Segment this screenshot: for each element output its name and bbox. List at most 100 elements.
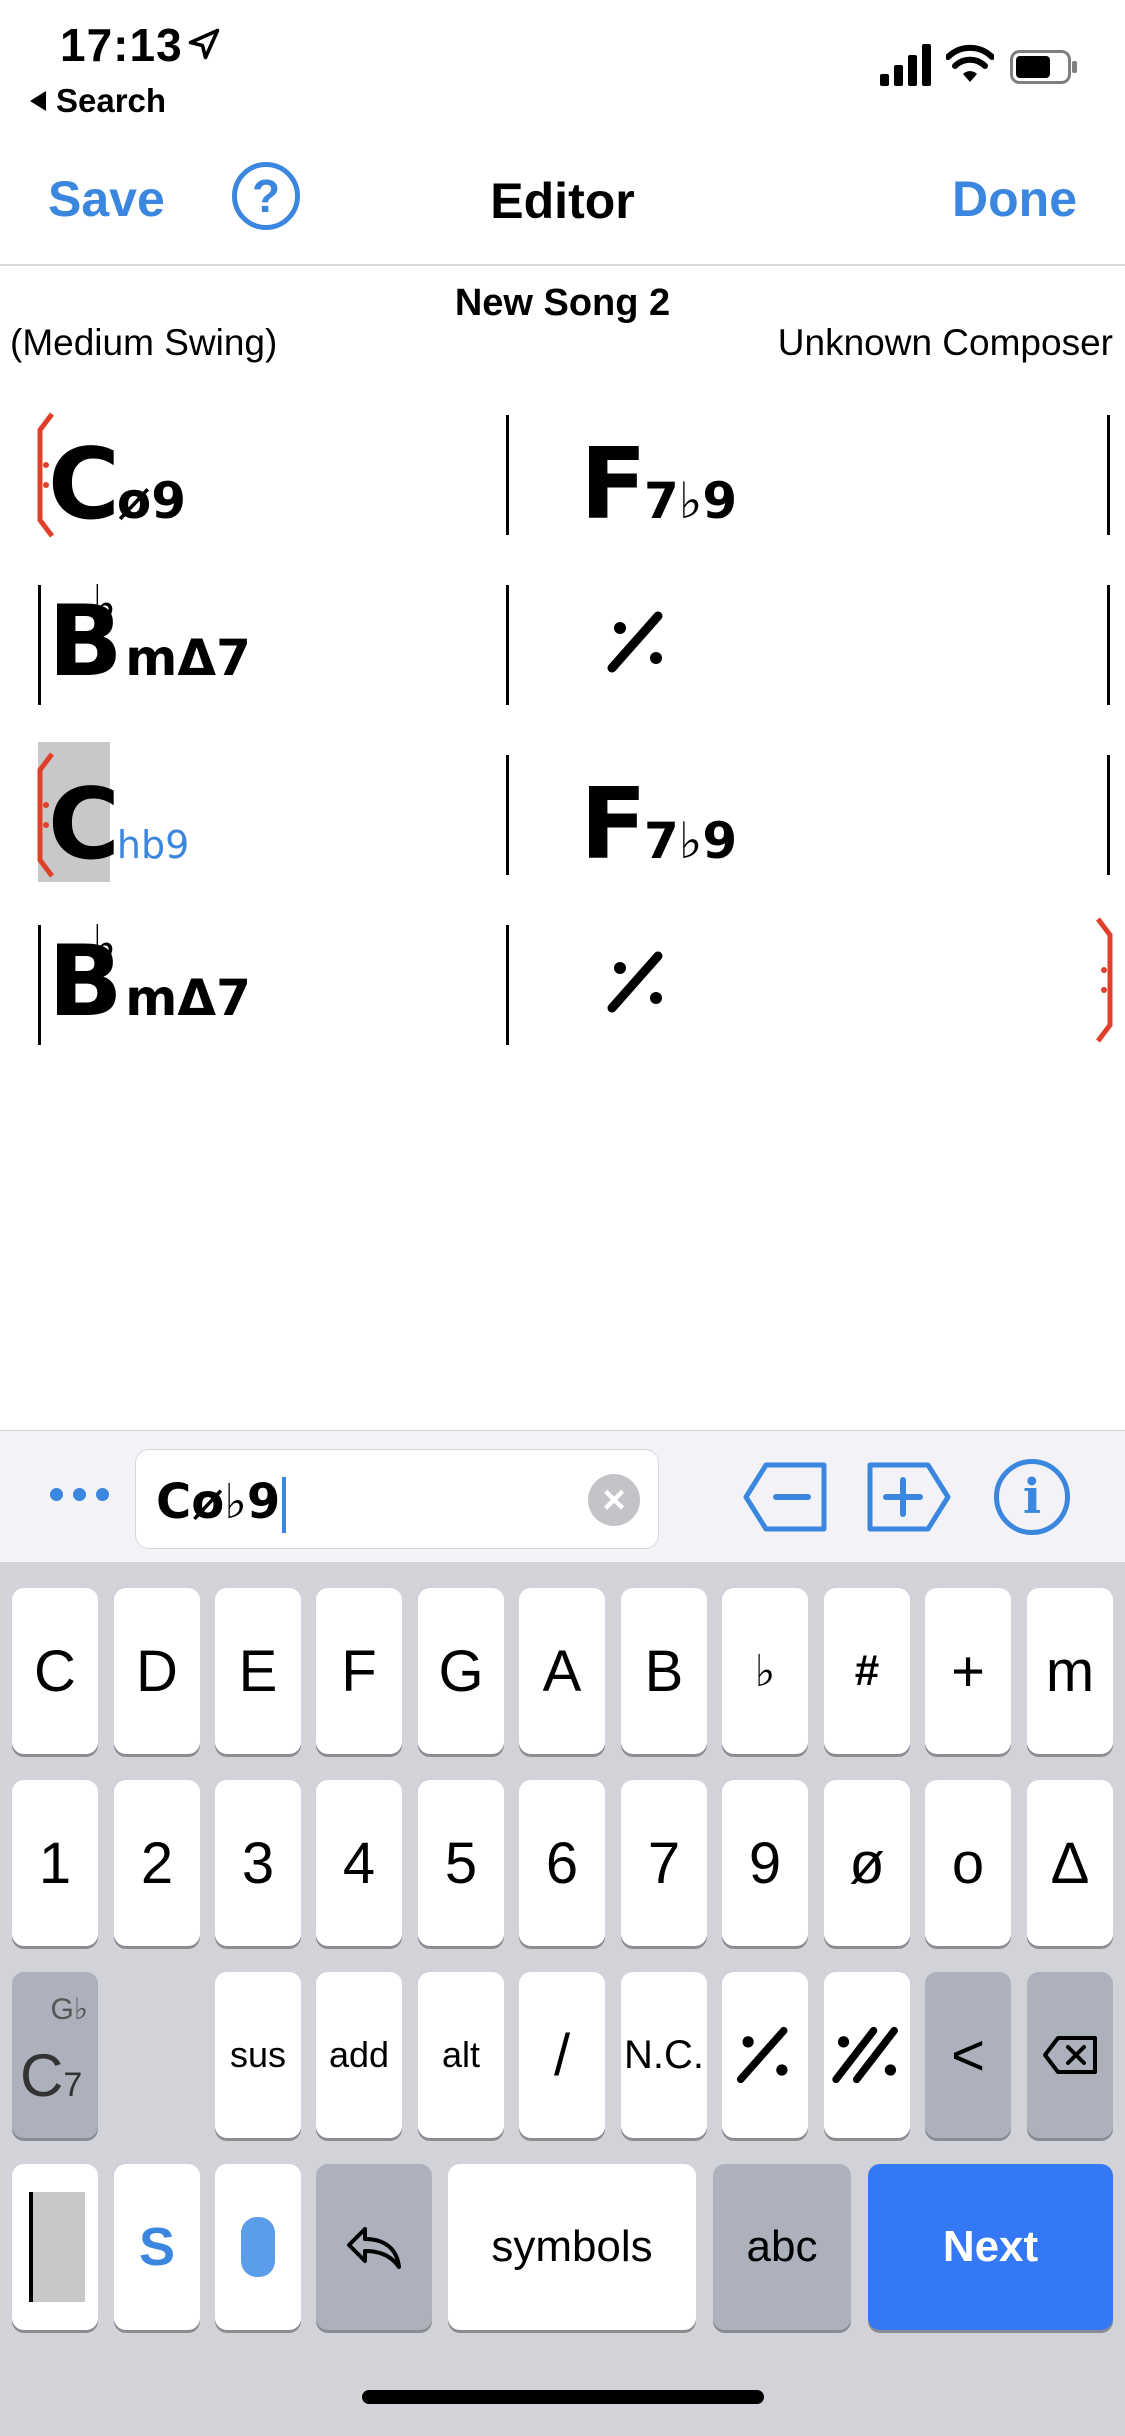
chord-type-key-root: C <box>20 2042 64 2109</box>
info-icon[interactable]: i <box>994 1459 1070 1535</box>
barline <box>506 415 509 535</box>
repeat-end-bracket-icon <box>1096 917 1113 1043</box>
key-d[interactable]: D <box>114 1588 200 1754</box>
chord-row1-bar1[interactable]: Cø9 <box>48 428 186 542</box>
chord-input-value: Cø♭9 <box>156 1474 281 1530</box>
section-key[interactable]: S <box>114 2164 200 2330</box>
back-label: Search <box>56 82 167 119</box>
barline <box>38 925 41 1045</box>
more-options-icon[interactable] <box>50 1479 116 1509</box>
key-1[interactable]: 1 <box>12 1780 98 1946</box>
key-repeat-two[interactable]: 𝄎 <box>824 1972 910 2138</box>
key-e[interactable]: E <box>215 1588 301 1754</box>
home-indicator[interactable] <box>362 2390 764 2404</box>
remove-bar-icon[interactable] <box>742 1461 828 1533</box>
barline <box>506 925 509 1045</box>
status-time: 17:13 <box>60 19 183 71</box>
key-6[interactable]: 6 <box>519 1780 605 1946</box>
key-g[interactable]: G <box>418 1588 504 1754</box>
location-arrow-icon <box>188 28 220 60</box>
key-repeat-one[interactable]: ⁒ <box>722 1972 808 2138</box>
key-9[interactable]: 9 <box>722 1780 808 1946</box>
done-button[interactable]: Done <box>952 170 1077 228</box>
cursor-left-key[interactable]: < <box>925 1972 1011 2138</box>
key-no-chord[interactable]: N.C. <box>621 1972 707 2138</box>
save-button[interactable]: Save <box>48 170 165 228</box>
key-a[interactable]: A <box>519 1588 605 1754</box>
chord-quality: 7♭9 <box>643 472 738 530</box>
cellular-signal-icon <box>880 44 931 86</box>
barline <box>1107 755 1110 875</box>
repeat-measure-icon <box>607 951 663 1013</box>
key-plus[interactable]: + <box>925 1588 1011 1754</box>
chord-type-key[interactable]: G♭ C7 <box>12 1972 98 2138</box>
chord-quality: mΔ7 <box>125 629 251 687</box>
chord-type-key-sup: G♭ <box>50 1993 89 2026</box>
undo-icon <box>347 2227 401 2269</box>
chord-quality: ø9 <box>116 472 187 530</box>
text-caret <box>282 1477 287 1533</box>
rest-icon <box>241 2217 275 2277</box>
barline <box>1107 415 1110 535</box>
key-m[interactable]: m <box>1027 1588 1113 1754</box>
rest-key[interactable] <box>215 2164 301 2330</box>
bar-select-key[interactable] <box>12 2164 98 2330</box>
key-5[interactable]: 5 <box>418 1780 504 1946</box>
key-sharp[interactable]: # <box>824 1588 910 1754</box>
abc-key[interactable]: abc <box>713 2164 851 2330</box>
key-f[interactable]: F <box>316 1588 402 1754</box>
key-2[interactable]: 2 <box>114 1780 200 1946</box>
chord-root: C <box>48 768 120 882</box>
undo-key[interactable] <box>316 2164 432 2330</box>
key-alt[interactable]: alt <box>418 1972 504 2138</box>
chord-row4-bar1[interactable]: B ♭ mΔ7 <box>48 915 251 1039</box>
key-4[interactable]: 4 <box>316 1780 402 1946</box>
chord-accidental: ♭ <box>92 915 117 975</box>
add-bar-icon[interactable] <box>866 1461 952 1533</box>
navigation-bar: Save ? Editor Done <box>0 132 1125 266</box>
key-3[interactable]: 3 <box>215 1780 301 1946</box>
wifi-icon <box>946 44 994 82</box>
barline <box>38 585 41 705</box>
key-b[interactable]: B <box>621 1588 707 1754</box>
chord-quality: mΔ7 <box>125 969 251 1027</box>
chord-accidental: ♭ <box>92 575 117 635</box>
chord-row3-bar1-selected[interactable]: Chb9 <box>48 768 189 882</box>
chord-row3-bar2[interactable]: F7♭9 <box>580 768 737 882</box>
chord-quality-editing: hb9 <box>116 823 190 867</box>
chord-quality: 7♭9 <box>643 812 738 870</box>
symbols-key[interactable]: symbols <box>448 2164 696 2330</box>
back-to-search-link[interactable]: Search <box>30 82 166 120</box>
key-flat[interactable]: ♭ <box>722 1588 808 1754</box>
chord-row2-bar1[interactable]: B ♭ mΔ7 <box>48 575 251 699</box>
key-c[interactable]: C <box>12 1588 98 1754</box>
bar-highlight-icon <box>29 2192 85 2302</box>
clear-input-icon[interactable]: × <box>588 1474 640 1526</box>
song-style[interactable]: (Medium Swing) <box>10 322 277 364</box>
key-major7[interactable]: Δ <box>1027 1780 1113 1946</box>
chord-type-key-sub: 7 <box>63 2066 83 2104</box>
help-icon[interactable]: ? <box>232 162 300 230</box>
key-diminished[interactable]: o <box>925 1780 1011 1946</box>
song-title[interactable]: New Song 2 <box>0 282 1125 325</box>
key-7[interactable]: 7 <box>621 1780 707 1946</box>
chord-row1-bar2[interactable]: F7♭9 <box>580 428 737 542</box>
repeat-measure-icon <box>607 611 663 673</box>
backspace-key[interactable]: ⌫ <box>1027 1972 1113 2138</box>
key-slash[interactable]: / <box>519 1972 605 2138</box>
barline <box>1107 585 1110 705</box>
battery-icon <box>1010 50 1077 84</box>
key-sus[interactable]: sus <box>215 1972 301 2138</box>
status-bar: 17:13 Search <box>0 0 1125 132</box>
next-button[interactable]: Next <box>868 2164 1113 2330</box>
chord-root: F <box>580 768 647 882</box>
key-add[interactable]: add <box>316 1972 402 2138</box>
song-composer[interactable]: Unknown Composer <box>778 322 1113 364</box>
chord-root: F <box>580 428 647 542</box>
key-half-diminished[interactable]: ø <box>824 1780 910 1946</box>
chord-keyboard: C D E F G A B ♭ # + m 1 2 3 4 5 6 7 9 ø … <box>0 1562 1125 2436</box>
chord-chart: Cø9 F7♭9 B ♭ mΔ7 Chb9 F7♭9 B ♭ mΔ7 <box>0 400 1125 1060</box>
barline <box>506 585 509 705</box>
chord-editor-toolbar: Cø♭9 × i <box>0 1430 1125 1562</box>
chord-input-field[interactable]: Cø♭9 × <box>135 1449 659 1549</box>
